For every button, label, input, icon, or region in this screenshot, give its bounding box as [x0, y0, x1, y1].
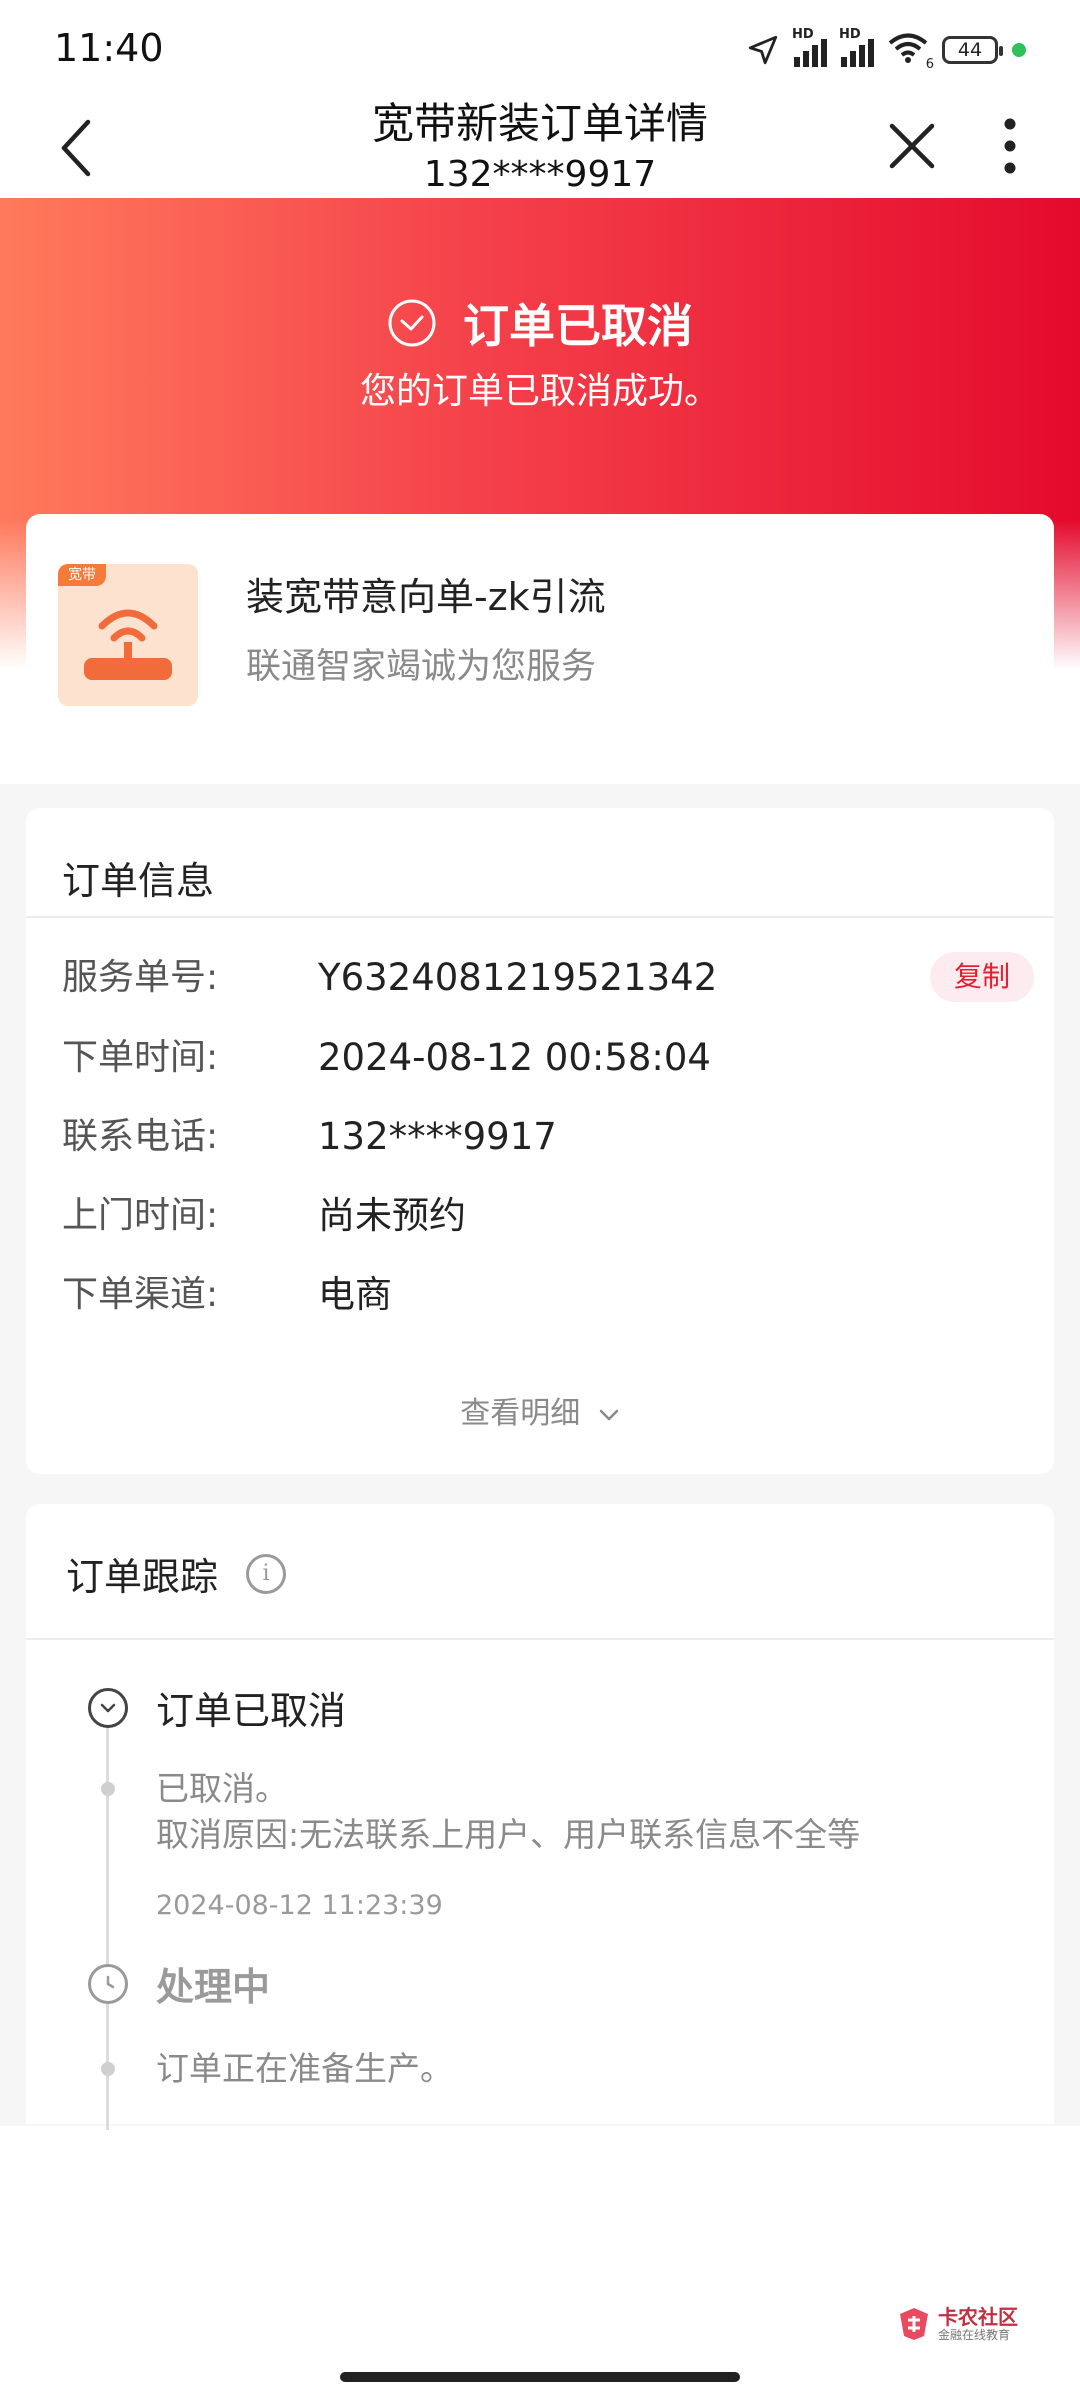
check-circle-icon: [88, 1688, 128, 1728]
copy-button[interactable]: 复制: [930, 952, 1034, 1002]
watermark-logo-icon: [900, 2308, 928, 2340]
watermark-title: 卡农社区: [938, 2305, 1018, 2329]
view-details-label: 查看明细: [460, 1396, 581, 1431]
location-arrow-icon: [748, 35, 778, 65]
battery-indicator: 44: [942, 36, 1003, 64]
timeline-event-title: 处理中: [156, 1965, 271, 2009]
cell-signal-icon-2: HD: [839, 27, 874, 67]
tracking-divider: [26, 1638, 1054, 1640]
order-info-divider: [26, 916, 1054, 918]
order-status-text: 订单已取消: [463, 299, 693, 353]
timeline-event-reason: 取消原因:无法联系上用户、用户联系信息不全等: [156, 1815, 861, 1854]
privacy-dot: [1012, 43, 1026, 57]
product-description: 联通智家竭诚为您服务: [246, 647, 597, 687]
order-info-title: 订单信息: [62, 859, 215, 903]
more-button[interactable]: [980, 106, 1040, 186]
status-time: 11:40: [54, 26, 164, 70]
title-bar: 宽带新装订单详情 132****9917: [0, 96, 1080, 198]
home-indicator[interactable]: [340, 2372, 740, 2382]
product-card[interactable]: 宽带 装宽带意向单-zk引流 联通智家竭诚为您服务: [26, 514, 1054, 784]
wifi-badge: 6: [925, 57, 934, 72]
status-icons: HD HD 6 44: [746, 27, 1026, 72]
info-label: 下单渠道:: [62, 1274, 219, 1315]
info-icon[interactable]: i: [246, 1553, 287, 1594]
info-value: 尚未预约: [318, 1194, 466, 1237]
info-value: 2024-08-12 00:58:04: [318, 1036, 711, 1079]
router-icon: [84, 609, 172, 680]
close-icon: [889, 123, 935, 169]
watermark: 卡农社区 金融在线教育: [896, 2306, 1018, 2342]
timeline-event-title: 订单已取消: [156, 1689, 347, 1733]
back-button[interactable]: [40, 108, 112, 188]
view-details-link[interactable]: 查看明细: [26, 1388, 1054, 1432]
info-label: 服务单号:: [62, 957, 219, 998]
info-value: 132****9917: [318, 1115, 557, 1158]
back-arrow-icon: [61, 119, 91, 177]
status-bar: 11:40 HD HD 6 44: [0, 0, 1080, 96]
info-row-visit-time: 上门时间: 尚未预约: [62, 1188, 1022, 1244]
timeline-event-time: 2024-08-12 11:23:39: [156, 1890, 443, 1921]
check-circle-icon: [388, 299, 436, 347]
info-row-channel: 下单渠道: 电商: [62, 1267, 1022, 1323]
signal-hd-label-2: HD: [839, 27, 861, 42]
timeline-event-text: 订单正在准备生产。: [156, 2049, 453, 2088]
info-row-order-time: 下单时间: 2024-08-12 00:58:04: [62, 1030, 1022, 1086]
tracking-title: 订单跟踪: [66, 1555, 219, 1599]
info-label: 上门时间:: [62, 1195, 219, 1236]
clock-icon: [88, 1964, 128, 2004]
info-row-contact-phone: 联系电话: 132****9917: [62, 1109, 1022, 1165]
order-status-message: 您的订单已取消成功。: [359, 371, 720, 412]
order-status: 订单已取消: [0, 290, 1080, 356]
info-label: 联系电话:: [62, 1116, 219, 1157]
timeline-event-text: 已取消。: [156, 1769, 288, 1808]
info-value: 电商: [318, 1273, 392, 1316]
product-name: 装宽带意向单-zk引流: [246, 575, 606, 619]
info-label: 下单时间:: [62, 1037, 219, 1078]
signal-hd-label: HD: [792, 27, 814, 42]
timeline-dot: [101, 1782, 115, 1796]
order-tracking-card: 订单跟踪 i 订单已取消 已取消。 取消原因:无法联系上用户、用户联系信息不全等…: [26, 1504, 1054, 2130]
cell-signal-icon: HD: [792, 27, 827, 67]
watermark-subtitle: 金融在线教育: [938, 2328, 1011, 2342]
more-vertical-icon: [1004, 118, 1016, 174]
close-button[interactable]: [872, 106, 952, 186]
info-value: Y6324081219521342: [318, 956, 718, 999]
timeline-dot: [101, 2062, 115, 2076]
tracking-header: 订单跟踪 i: [66, 1546, 287, 1601]
order-info-card: 订单信息 服务单号: Y6324081219521342 复制 下单时间: 20…: [26, 808, 1054, 1474]
wifi-icon: 6: [888, 32, 934, 72]
info-row-service-number: 服务单号: Y6324081219521342 复制: [62, 950, 1034, 1006]
product-thumbnail: 宽带: [58, 564, 198, 706]
chevron-down-icon: [599, 1409, 619, 1420]
